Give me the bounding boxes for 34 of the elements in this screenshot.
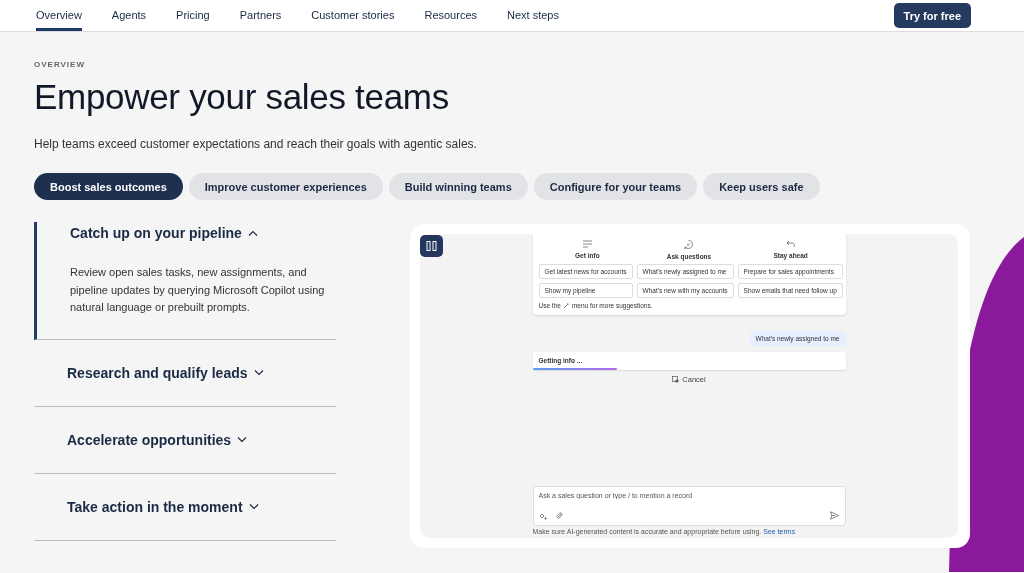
stop-icon <box>672 376 680 383</box>
tab[interactable]: Build winning teams <box>388 173 528 200</box>
chevron-down-icon <box>237 437 248 443</box>
nav-link[interactable]: Customer stories <box>311 0 395 31</box>
chat-bubble-icon <box>684 240 694 249</box>
reply-arrow-icon <box>786 240 796 248</box>
tab[interactable]: Keep users safe <box>703 173 820 200</box>
send-icon <box>829 511 839 520</box>
pause-icon <box>426 241 437 251</box>
accordion-text: Review open sales tasks, new assignments, and pipeline updates by querying Microsoft Copilot using natural language or prebuilt prompts. <box>69 265 326 315</box>
nav-link[interactable]: Agents <box>111 0 147 31</box>
accordion-header[interactable]: Catch up on your pipeline <box>37 222 336 244</box>
nav-link[interactable]: Next steps <box>507 0 559 31</box>
sparkle-icon <box>538 512 547 520</box>
tab[interactable]: Improve customer experiences <box>188 173 383 200</box>
tab[interactable]: Configure for your teams <box>533 173 698 200</box>
tab[interactable]: Boost sales outcomes <box>34 173 183 200</box>
nav-link[interactable]: Resources <box>424 0 477 31</box>
accordion-header[interactable]: Accelerate opportunities <box>34 407 336 473</box>
nav-link[interactable]: Partners <box>239 0 282 31</box>
try-free-button[interactable]: Try for free <box>893 3 971 28</box>
chevron-up-icon <box>247 230 258 236</box>
page-heading: Empower your sales teams <box>34 77 450 117</box>
accordion-header[interactable]: Research and qualify leads <box>34 340 336 406</box>
pencil-icon <box>562 302 570 309</box>
page-subtitle: Help teams exceed customer expectations and reach their goals with agentic sales. <box>34 137 478 151</box>
accordion-header[interactable]: Take action in the moment <box>34 474 336 540</box>
lines-icon <box>582 240 592 248</box>
nav-link[interactable]: Overview <box>36 0 82 31</box>
nav-link[interactable]: Pricing <box>176 0 210 31</box>
chevron-down-icon <box>248 504 259 510</box>
eyebrow-label: OVERVIEW <box>34 60 86 69</box>
chevron-down-icon <box>253 370 264 376</box>
pause-button[interactable] <box>420 235 443 257</box>
